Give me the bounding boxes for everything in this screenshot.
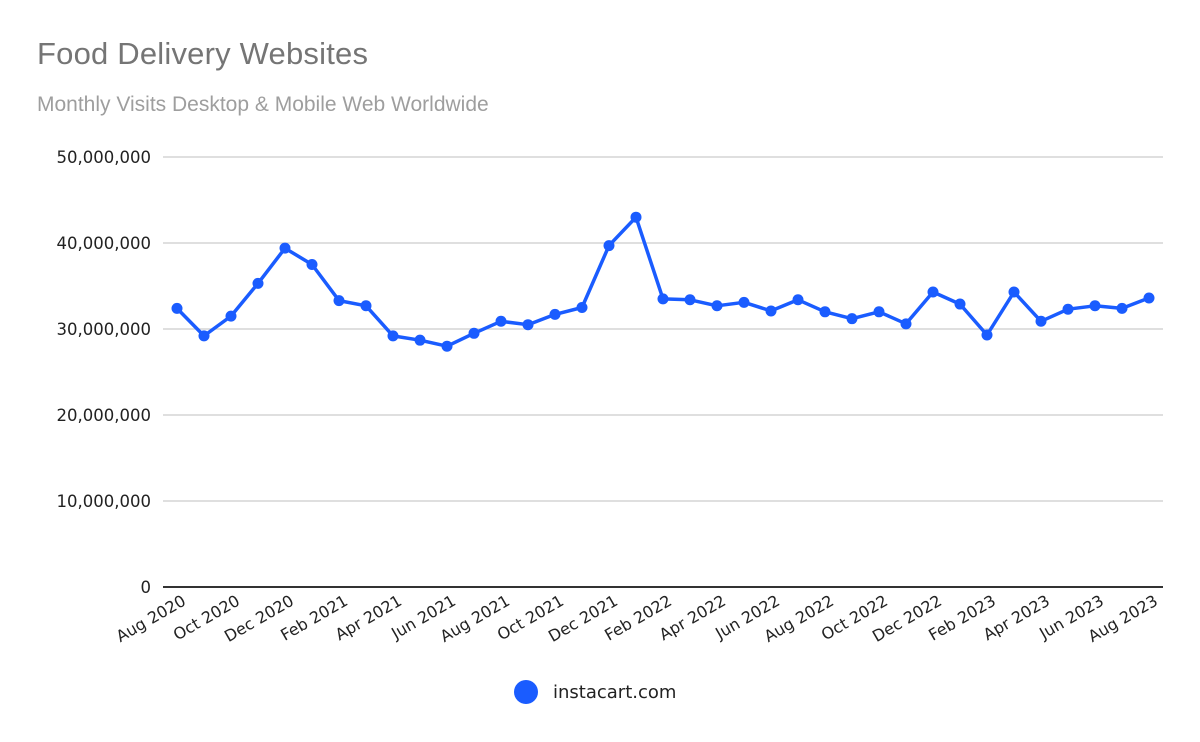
legend: instacart.com xyxy=(514,680,676,704)
data-point xyxy=(495,315,507,327)
gridlines xyxy=(163,156,1163,588)
data-point xyxy=(1062,303,1074,315)
y-tick-label: 20,000,000 xyxy=(57,406,151,425)
y-tick-label: 40,000,000 xyxy=(57,234,151,253)
data-point xyxy=(1008,286,1020,298)
data-point xyxy=(198,330,210,342)
data-point xyxy=(954,298,966,310)
data-point xyxy=(522,319,534,331)
data-point xyxy=(306,259,318,270)
data-point xyxy=(981,329,993,341)
data-point xyxy=(792,294,804,306)
data-point xyxy=(252,277,264,289)
data-point xyxy=(333,295,345,307)
y-tick-label: 10,000,000 xyxy=(57,492,151,511)
series-points xyxy=(171,211,1155,352)
data-point xyxy=(1116,302,1128,314)
line-chart: 0 10,000,000 20,000,000 30,000,000 40,000,00… xyxy=(57,148,1163,646)
data-point xyxy=(819,306,831,318)
data-point xyxy=(171,302,183,314)
data-point xyxy=(1089,300,1101,312)
data-point xyxy=(279,242,291,254)
data-point xyxy=(765,305,777,317)
y-tick-label: 0 xyxy=(141,578,152,597)
data-point xyxy=(468,327,480,339)
data-point xyxy=(927,286,939,298)
data-point xyxy=(603,240,615,252)
data-point xyxy=(1035,315,1047,327)
data-point xyxy=(846,313,858,325)
data-point xyxy=(684,294,696,306)
y-tick-label: 50,000,000 xyxy=(57,148,151,167)
data-point xyxy=(387,330,399,342)
data-point xyxy=(900,318,912,330)
y-axis-tick-labels: 0 10,000,000 20,000,000 30,000,000 40,000,00… xyxy=(57,148,151,597)
series-lines xyxy=(175,215,1151,348)
data-point xyxy=(549,308,561,320)
x-axis-tick-labels: Aug 2020Oct 2020Dec 2020Feb 2021Apr 2021… xyxy=(113,591,1161,646)
data-point xyxy=(225,310,237,322)
data-point xyxy=(873,306,885,318)
data-point xyxy=(576,302,588,313)
legend-swatch-instacart xyxy=(514,680,538,704)
data-point xyxy=(441,340,453,352)
legend-label-instacart: instacart.com xyxy=(553,681,677,703)
data-point xyxy=(711,300,723,312)
data-point xyxy=(738,296,750,308)
data-point xyxy=(360,300,372,312)
series-line xyxy=(175,215,1151,348)
data-point xyxy=(1143,292,1155,304)
data-point xyxy=(414,334,426,346)
data-point xyxy=(657,293,669,305)
data-point xyxy=(630,211,642,223)
y-tick-label: 30,000,000 xyxy=(57,320,151,339)
